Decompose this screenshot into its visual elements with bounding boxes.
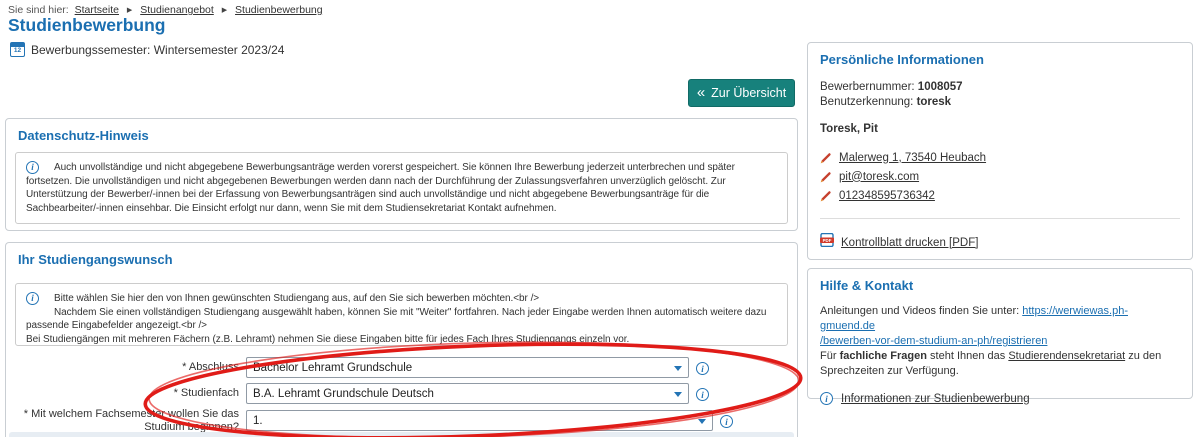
bewerbernummer-row: Bewerbernummer: 1008057 xyxy=(808,80,1192,95)
page-title: Studienbewerbung xyxy=(8,15,166,36)
persoenliche-informationen-panel: Persönliche Informationen Bewerbernummer… xyxy=(807,42,1193,260)
edit-pencil-icon[interactable] xyxy=(820,171,832,183)
info-icon: i xyxy=(820,392,833,405)
applicant-name: Toresk, Pit xyxy=(808,123,1192,135)
divider xyxy=(820,218,1180,219)
next-section-edge xyxy=(9,432,794,437)
hilfe-kontakt-title: Hilfe & Kontakt xyxy=(808,269,1192,293)
semester-row: 12 Bewerbungssemester: Wintersemester 20… xyxy=(10,42,284,57)
benutzerkennung-value: toresk xyxy=(917,96,952,108)
bewerbernummer-label: Bewerbernummer: xyxy=(820,81,915,93)
info-line: Nachdem Sie einen vollständigen Studieng… xyxy=(26,306,777,333)
phone-row: 012348595736342 xyxy=(808,186,1192,205)
info-icon: i xyxy=(26,161,39,175)
persoenliche-informationen-title: Persönliche Informationen xyxy=(808,43,1192,67)
svg-text:PDF: PDF xyxy=(823,238,832,243)
breadcrumb-link-studienbewerbung[interactable]: Studienbewerbung xyxy=(235,4,323,16)
studienfach-label: * Studienfach xyxy=(6,387,246,400)
edit-pencil-icon[interactable] xyxy=(820,152,832,164)
chevron-down-icon xyxy=(674,392,682,397)
form-row-fachsemester: * Mit welchem Fachsemester wollen Sie da… xyxy=(6,408,733,433)
datenschutz-title: Datenschutz-Hinweis xyxy=(6,119,797,143)
email-row: pit@toresk.com xyxy=(808,167,1192,186)
studierendensekretariat-link[interactable]: Studierendensekretariat xyxy=(1008,350,1125,362)
edit-pencil-icon[interactable] xyxy=(820,190,832,202)
studienbewerbung-page: Sie sind hier: Startseite ▶ Studienangeb… xyxy=(0,0,1200,437)
chevron-down-icon xyxy=(674,366,682,371)
kontakt-text-prefix: Für xyxy=(820,350,837,362)
double-chevron-left-icon: « xyxy=(697,85,705,100)
fachsemester-label: * Mit welchem Fachsemester wollen Sie da… xyxy=(6,408,246,433)
hilfe-intro: Anleitungen und Videos finden Sie unter: xyxy=(820,305,1019,317)
semester-label: Bewerbungssemester: Wintersemester 2023/… xyxy=(31,43,284,57)
studienfach-value: B.A. Lehramt Grundschule Deutsch xyxy=(253,388,434,400)
form-row-abschluss: * Abschluss Bachelor Lehramt Grundschule… xyxy=(6,357,709,378)
studienfach-info-icon[interactable]: i xyxy=(696,385,709,403)
email-link[interactable]: pit@toresk.com xyxy=(839,171,919,183)
informationen-row: i Informationen zur Studienbewerbung xyxy=(808,392,1192,405)
fachsemester-select[interactable]: 1. xyxy=(246,410,713,431)
abschluss-value: Bachelor Lehramt Grundschule xyxy=(253,362,412,374)
anleitungen-url-link[interactable]: /bewerben-vor-dem-studium-an-ph/registri… xyxy=(820,335,1047,347)
address-link[interactable]: Malerweg 1, 73540 Heubach xyxy=(839,152,986,164)
address-row: Malerweg 1, 73540 Heubach xyxy=(808,148,1192,167)
kontrollblatt-drucken-link[interactable]: Kontrollblatt drucken [PDF] xyxy=(841,237,978,249)
kontakt-text-mid: steht Ihnen das xyxy=(930,350,1005,362)
breadcrumb-arrow-icon: ▶ xyxy=(222,7,227,14)
benutzerkennung-row: Benutzerkennung: toresk xyxy=(808,95,1192,110)
datenschutz-panel: Datenschutz-Hinweis i Auch unvollständig… xyxy=(5,118,798,231)
info-icon: i xyxy=(26,292,39,306)
abschluss-info-icon[interactable]: i xyxy=(696,359,709,377)
form-row-studienfach: * Studienfach B.A. Lehramt Grundschule D… xyxy=(6,383,709,404)
studiengangswunsch-infobox: i Bitte wählen Sie hier den von Ihnen ge… xyxy=(15,283,788,346)
calendar-icon: 12 xyxy=(10,42,25,57)
fachsemester-value: 1. xyxy=(253,415,263,427)
studiengangswunsch-title: Ihr Studiengangswunsch xyxy=(6,243,797,267)
kontakt-text-bold: fachliche Fragen xyxy=(840,350,927,362)
studiengangswunsch-panel: Ihr Studiengangswunsch i Bitte wählen Si… xyxy=(5,242,798,437)
datenschutz-text: Auch unvollständige und nicht abgegebene… xyxy=(26,161,777,215)
info-line: Bitte wählen Sie hier den von Ihnen gewü… xyxy=(26,292,777,306)
breadcrumb-arrow-icon: ▶ xyxy=(127,7,132,14)
pdf-icon: PDF xyxy=(820,233,834,252)
bewerbernummer-value: 1008057 xyxy=(918,81,963,93)
zur-uebersicht-label: Zur Übersicht xyxy=(711,86,786,100)
zur-uebersicht-button[interactable]: « Zur Übersicht xyxy=(688,79,795,107)
phone-link[interactable]: 012348595736342 xyxy=(839,190,935,202)
fachsemester-info-icon[interactable]: i xyxy=(720,412,733,430)
info-line: Bei Studiengängen mit mehreren Fächern (… xyxy=(26,333,777,347)
abschluss-label: * Abschluss xyxy=(6,361,246,374)
hilfe-kontakt-panel: Hilfe & Kontakt Anleitungen und Videos f… xyxy=(807,268,1193,399)
abschluss-select[interactable]: Bachelor Lehramt Grundschule xyxy=(246,357,689,378)
informationen-studienbewerbung-link[interactable]: Informationen zur Studienbewerbung xyxy=(841,393,1030,405)
datenschutz-infobox: i Auch unvollständige und nicht abgegebe… xyxy=(15,152,788,224)
benutzerkennung-label: Benutzerkennung: xyxy=(820,96,913,108)
kontrollblatt-row: PDF Kontrollblatt drucken [PDF] xyxy=(808,233,1192,252)
hilfe-text: Anleitungen und Videos finden Sie unter:… xyxy=(808,304,1192,379)
studienfach-select[interactable]: B.A. Lehramt Grundschule Deutsch xyxy=(246,383,689,404)
chevron-down-icon xyxy=(698,419,706,424)
